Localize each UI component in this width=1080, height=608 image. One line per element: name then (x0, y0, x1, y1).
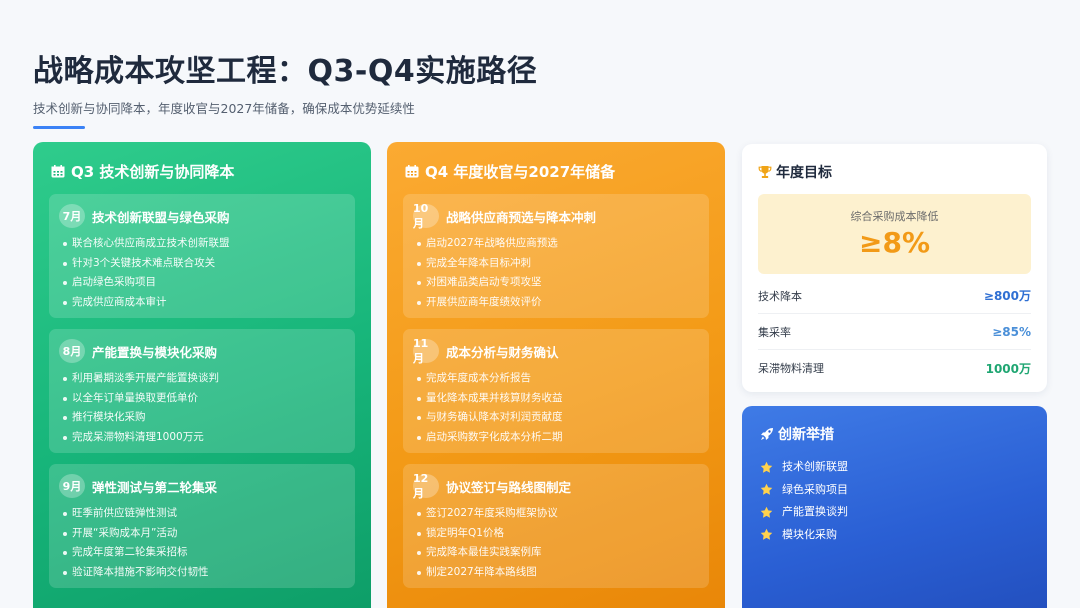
list-item: 完成呆滞物料清理1000万元 (63, 428, 345, 448)
goal-row-label: 技术降本 (758, 289, 802, 303)
innovation-item-label: 技术创新联盟 (782, 460, 848, 473)
list-item: 量化降本成果并核算财务收益 (417, 389, 699, 409)
month-section-jul: 7月 技术创新联盟与绿色采购 联合核心供应商成立技术创新联盟 针对3个关键技术难… (49, 194, 355, 318)
list-item: 启动绿色采购项目 (63, 273, 345, 293)
goal-row: 呆滞物料清理 1000万 (758, 350, 1031, 386)
goal-highlight-value: ≥8% (859, 226, 930, 259)
innovation-card: 创新举措 技术创新联盟 绿色采购项目 产能置换谈判 模块化采购 (742, 406, 1047, 608)
goal-row-value: ≥800万 (983, 289, 1031, 303)
month-title: 产能置换与模块化采购 (92, 344, 218, 360)
list-item: 旺季前供应链弹性测试 (63, 504, 345, 524)
month-section-dec: 12月 协议签订与路线图制定 签订2027年度采购框架协议 锁定明年Q1价格 完… (403, 464, 709, 588)
page-subtitle: 技术创新与协同降本，年度收官与2027年储备，确保成本优势延续性 (33, 101, 415, 116)
list-item: 利用暑期淡季开展产能置换谈判 (63, 369, 345, 389)
list-item: 与财务确认降本对利润贡献度 (417, 408, 699, 428)
star-icon (760, 483, 773, 495)
innovation-item-label: 产能置换谈判 (782, 505, 848, 518)
month-badge: 9月 (59, 474, 85, 498)
star-icon (760, 506, 773, 518)
annual-goals-card: 年度目标 综合采购成本降低 ≥8% 技术降本 ≥800万 集采率 ≥85% 呆滞… (742, 144, 1047, 392)
month-title: 技术创新联盟与绿色采购 (92, 209, 230, 225)
list-item: 完成全年降本目标冲刺 (417, 254, 699, 274)
innovation-item: 产能置换谈判 (760, 501, 1031, 524)
goal-row-label: 集采率 (758, 325, 791, 339)
list-item: 开展供应商年度绩效评价 (417, 293, 699, 313)
month-title: 战略供应商预选与降本冲刺 (446, 209, 597, 225)
list-item: 完成降本最佳实践案例库 (417, 543, 699, 563)
goal-row: 技术降本 ≥800万 (758, 278, 1031, 314)
month-title: 弹性测试与第二轮集采 (92, 479, 218, 495)
list-item: 完成年度第二轮集采招标 (63, 543, 345, 563)
star-icon (760, 528, 773, 540)
innovation-title: 创新举措 (778, 427, 834, 443)
innovation-item: 绿色采购项目 (760, 479, 1031, 502)
list-item: 锁定明年Q1价格 (417, 524, 699, 544)
innovation-item: 模块化采购 (760, 524, 1031, 547)
calendar-icon (405, 164, 419, 177)
q3-card-header: Q3 技术创新与协同降本 (51, 160, 355, 182)
innovation-item: 技术创新联盟 (760, 456, 1031, 479)
goal-row-value: ≥85% (992, 324, 1031, 339)
q4-card-header: Q4 年度收官与2027年储备 (405, 160, 709, 182)
month-badge: 12月 (413, 472, 439, 500)
list-item: 完成年度成本分析报告 (417, 369, 699, 389)
title-underline (33, 126, 85, 129)
goal-row-label: 呆滞物料清理 (758, 362, 824, 375)
month-section-aug: 8月 产能置换与模块化采购 利用暑期淡季开展产能置换谈判 以全年订单量换取更低单… (49, 329, 355, 453)
list-item: 针对3个关键技术难点联合攻关 (63, 254, 345, 274)
list-item: 对困难品类启动专项攻坚 (417, 273, 699, 293)
innovation-item-label: 模块化采购 (782, 527, 837, 541)
calendar-icon (51, 164, 65, 177)
month-badge: 11月 (413, 337, 439, 365)
month-section-sep: 9月 弹性测试与第二轮集采 旺季前供应链弹性测试 开展“采购成本月”活动 完成年… (49, 464, 355, 588)
list-item: 完成供应商成本审计 (63, 293, 345, 313)
list-item: 启动2027年战略供应商预选 (417, 234, 699, 254)
month-badge: 8月 (59, 339, 85, 363)
list-item: 签订2027年度采购框架协议 (417, 504, 699, 524)
month-section-oct: 10月 战略供应商预选与降本冲刺 启动2027年战略供应商预选 完成全年降本目标… (403, 194, 709, 318)
month-badge: 10月 (413, 202, 439, 230)
annual-goals-title: 年度目标 (776, 165, 832, 181)
q3-card-title: Q3 技术创新与协同降本 (71, 162, 235, 181)
list-item: 制定2027年降本路线图 (417, 563, 699, 583)
innovation-item-label: 绿色采购项目 (782, 482, 848, 496)
list-item: 推行模块化采购 (63, 408, 345, 428)
annual-goals-header: 年度目标 (758, 162, 1031, 182)
q3-card: Q3 技术创新与协同降本 7月 技术创新联盟与绿色采购 联合核心供应商成立技术创… (33, 142, 371, 608)
month-badge: 7月 (59, 204, 85, 228)
rocket-icon (761, 428, 773, 440)
list-item: 验证降本措施不影响交付韧性 (63, 563, 345, 583)
star-icon (760, 461, 773, 473)
innovation-header: 创新举措 (760, 424, 1031, 444)
month-title: 协议签订与路线图制定 (446, 479, 572, 495)
list-item: 启动采购数字化成本分析二期 (417, 428, 699, 448)
goal-row-value: 1000万 (985, 361, 1031, 376)
goal-row: 集采率 ≥85% (758, 314, 1031, 350)
month-title: 成本分析与财务确认 (446, 344, 559, 360)
goal-highlight-label: 综合采购成本降低 (850, 210, 939, 223)
page-title: 战略成本攻坚工程：Q3-Q4实施路径 (33, 54, 538, 89)
page-header: 战略成本攻坚工程：Q3-Q4实施路径 技术创新与协同降本，年度收官与2027年储… (33, 52, 933, 129)
trophy-icon (758, 166, 772, 178)
list-item: 以全年订单量换取更低单价 (63, 389, 345, 409)
goal-highlight: 综合采购成本降低 ≥8% (758, 194, 1031, 274)
q4-card: Q4 年度收官与2027年储备 10月 战略供应商预选与降本冲刺 启动2027年… (387, 142, 725, 608)
list-item: 联合核心供应商成立技术创新联盟 (63, 234, 345, 254)
month-section-nov: 11月 成本分析与财务确认 完成年度成本分析报告 量化降本成果并核算财务收益 与… (403, 329, 709, 453)
list-item: 开展“采购成本月”活动 (63, 524, 345, 544)
q4-card-title: Q4 年度收官与2027年储备 (425, 162, 616, 181)
